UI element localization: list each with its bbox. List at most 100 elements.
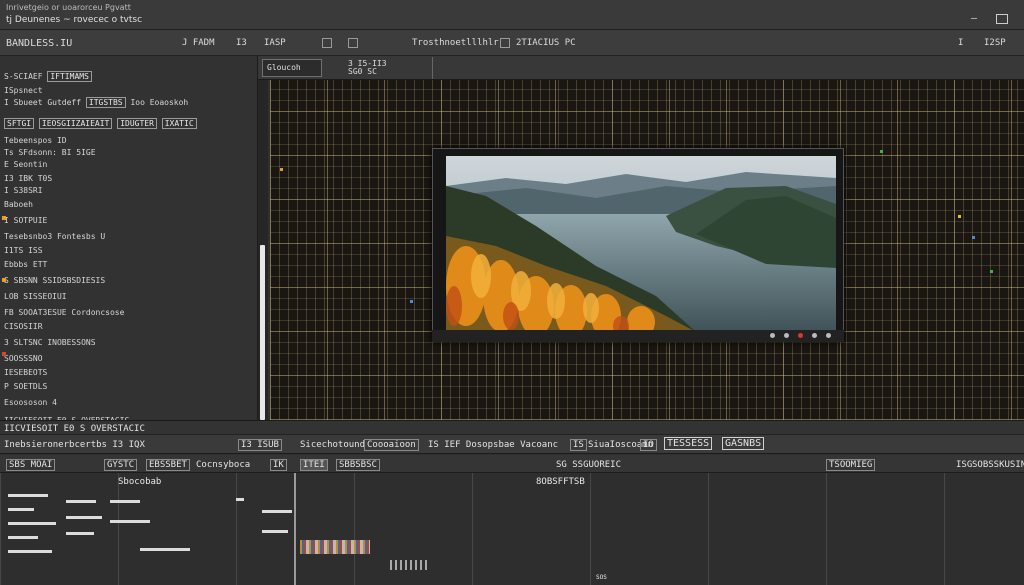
- prop-row[interactable]: 3 SLTSNC INOBESSONS: [4, 338, 96, 347]
- toolbar: BANDLESS.IU J FADM I3 IASP Trosthnoetlll…: [0, 30, 1024, 56]
- status-strip: [0, 420, 1024, 434]
- filter-item: SOBSSKUSIN: [972, 460, 1024, 470]
- track-clip[interactable]: [66, 516, 102, 519]
- filter-item: Cocnsyboca: [196, 460, 251, 470]
- track-clip[interactable]: [8, 508, 34, 511]
- prop-row[interactable]: SFTGI IEOSGIIZAIEAIT IDUGTER IXATIC: [4, 118, 197, 129]
- track-keyframes[interactable]: [300, 540, 370, 554]
- prop-row[interactable]: I SOTPUIE: [4, 216, 47, 225]
- filter-item[interactable]: IK: [270, 459, 287, 471]
- filter-item[interactable]: SBBSBSC: [336, 459, 380, 471]
- track-clip[interactable]: [8, 550, 52, 553]
- prop-row[interactable]: CISOSIIR: [4, 322, 43, 331]
- window-title: Inrivetgeio or uoarorceu Pgvatt: [6, 3, 131, 12]
- info-button[interactable]: TESSESS: [664, 437, 713, 450]
- viewport-tab[interactable]: Gloucoh: [262, 59, 322, 77]
- control-dot-icon[interactable]: [770, 333, 775, 338]
- toolbar-toggle-icon[interactable]: [322, 38, 332, 48]
- scrollbar-thumb[interactable]: [260, 245, 265, 420]
- window-subtitle: tj Deunenes ~ rovecec o tvtsc: [6, 15, 143, 25]
- toolbar-right-marker[interactable]: I: [958, 38, 963, 50]
- prop-row[interactable]: ISpsnect: [4, 86, 43, 95]
- toolbar-item-tool[interactable]: Trosthnoetlllhlr: [412, 38, 499, 50]
- info-item[interactable]: Coooaioon: [364, 439, 419, 451]
- properties-panel: S-SCIAEF IFTIMAMS ISpsnect I Sbueet Gutd…: [0, 56, 258, 426]
- prop-row[interactable]: LOB SISSEOIUI: [4, 292, 67, 301]
- grid-marker: [410, 300, 413, 303]
- track-clip[interactable]: [8, 522, 56, 525]
- viewport-tab-info: 3 I5-II3 SG0 SC: [348, 59, 387, 76]
- prop-row[interactable]: I3 IBK T0S: [4, 174, 52, 183]
- filter-item: SG SSGUOREIC: [556, 460, 622, 470]
- prop-row[interactable]: E Seontin: [4, 160, 47, 169]
- playhead[interactable]: [294, 473, 296, 585]
- grid-marker: [990, 270, 993, 273]
- info-item[interactable]: I3 ISUB: [238, 439, 282, 451]
- track-clip[interactable]: [66, 500, 96, 503]
- prop-row[interactable]: I1TS ISS: [4, 246, 43, 255]
- track-clip[interactable]: [262, 530, 288, 533]
- tab-divider: [432, 57, 433, 79]
- track-keyframes[interactable]: [390, 560, 430, 570]
- prop-row[interactable]: Ebbbs ETT: [4, 260, 47, 269]
- prop-row[interactable]: I S38SRI: [4, 186, 43, 195]
- maximize-icon[interactable]: [996, 14, 1008, 24]
- marker-icon: [2, 278, 6, 282]
- info-item: Inebsieronerbcertbs I3 IQX: [4, 440, 145, 450]
- grid-marker: [972, 236, 975, 239]
- project-label[interactable]: BANDLESS.IU: [6, 38, 72, 50]
- toolbar-grid-icon[interactable]: [500, 38, 510, 48]
- record-icon[interactable]: [798, 333, 803, 338]
- filter-item[interactable]: EBSSBET: [146, 459, 190, 471]
- info-item: Sicechotound: [300, 440, 366, 450]
- image-preview-controls: [432, 330, 844, 342]
- filter-item[interactable]: TSOOMIEG: [826, 459, 876, 471]
- prop-row[interactable]: P SOETDLS: [4, 382, 47, 391]
- control-dot-icon[interactable]: [784, 333, 789, 338]
- prop-row[interactable]: I Sbueet Gutdeff ITGSTBS Ioo Eoaoskoh: [4, 97, 188, 108]
- track-clip[interactable]: [8, 536, 38, 539]
- prop-row[interactable]: Baboeh: [4, 200, 33, 209]
- control-dot-icon[interactable]: [812, 333, 817, 338]
- prop-row[interactable]: S-SCIAEF IFTIMAMS: [4, 71, 92, 82]
- prop-row[interactable]: SOOSSSNO: [4, 354, 43, 363]
- toolbar-right-item[interactable]: I2SP: [984, 38, 1006, 50]
- grid-marker: [958, 215, 961, 218]
- grid-marker: [880, 150, 883, 153]
- info-item[interactable]: IS: [570, 439, 587, 451]
- track-clip[interactable]: [8, 494, 48, 497]
- track-clip[interactable]: [140, 548, 190, 551]
- prop-row[interactable]: FB SOOAT3ESUE Cordoncsose: [4, 308, 124, 317]
- control-dot-icon[interactable]: [826, 333, 831, 338]
- filter-item[interactable]: SBS MOAI: [6, 459, 56, 471]
- track-clip[interactable]: [236, 498, 244, 501]
- prop-row[interactable]: Esoososon 4: [4, 398, 57, 407]
- prop-row[interactable]: S SBSNN SSIDSBSDIESIS: [4, 276, 105, 285]
- toolbar-item-fadm[interactable]: J FADM: [182, 38, 215, 50]
- timeline-footer: SOS: [596, 574, 607, 581]
- toolbar-item-i3[interactable]: I3: [236, 38, 247, 50]
- filter-item[interactable]: ITEI: [300, 459, 328, 471]
- prop-row[interactable]: Tebeenspos ID: [4, 136, 67, 145]
- toolbar-item-zoom[interactable]: 2TIACIUS PC: [516, 38, 576, 50]
- prop-row[interactable]: Ts SFdsonn: BI 5IGE: [4, 148, 96, 157]
- minimize-icon[interactable]: –: [968, 14, 980, 24]
- toolbar-item-asp[interactable]: IASP: [264, 38, 286, 50]
- toolbar-frame-icon[interactable]: [348, 38, 358, 48]
- info-button[interactable]: GASNBS: [722, 437, 765, 450]
- prop-row[interactable]: Tesebsnbo3 Fontesbs U: [4, 232, 105, 241]
- status-footer-left: IICVIESOIT E0 S OVERSTACIC: [4, 424, 145, 434]
- info-item[interactable]: IO: [640, 439, 657, 451]
- track-clip[interactable]: [110, 520, 150, 523]
- track-clip[interactable]: [110, 500, 140, 503]
- info-item: IS IEF Dosopsbae Vacoanc: [428, 440, 559, 450]
- prop-row[interactable]: IESEBEOTS: [4, 368, 47, 377]
- marker-icon: [2, 216, 6, 220]
- track-clip[interactable]: [66, 532, 94, 535]
- filter-item[interactable]: GYSTC: [104, 459, 138, 471]
- track-clip[interactable]: [262, 510, 292, 513]
- title-bar: Inrivetgeio or uoarorceu Pgvatt tj Deune…: [0, 0, 1024, 30]
- landscape-image: [446, 156, 836, 332]
- timeline-columns[interactable]: [0, 473, 1024, 585]
- marker-icon: [2, 352, 6, 356]
